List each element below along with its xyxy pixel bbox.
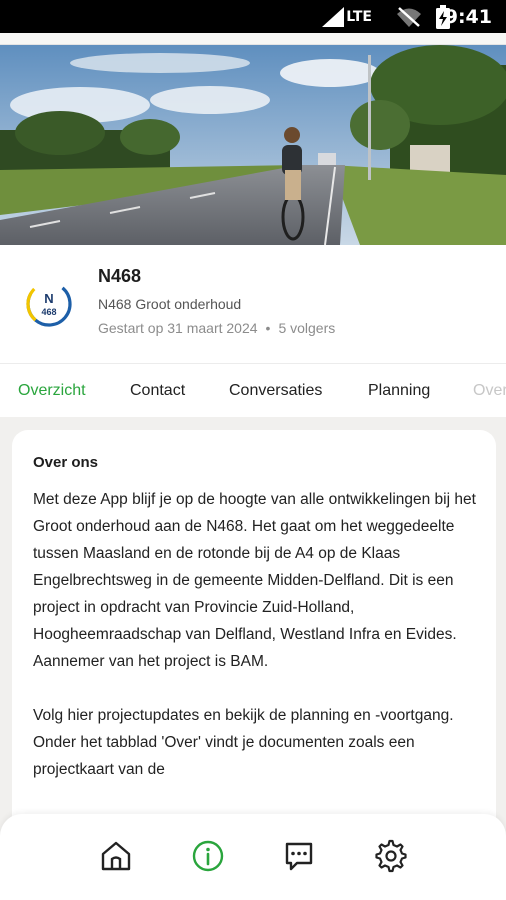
about-body: Met deze App blijf je op de hoogte van a… — [33, 486, 483, 810]
project-meta: Gestart op 31 maart 2024 • 5 volgers — [98, 320, 335, 336]
header-strip — [0, 33, 506, 45]
tab-overzicht[interactable]: Overzicht — [18, 382, 86, 400]
home-icon — [101, 841, 131, 871]
wifi-off-icon — [397, 7, 421, 27]
bottom-navigation — [0, 814, 506, 900]
tab-planning[interactable]: Planning — [368, 382, 430, 400]
chat-icon — [285, 842, 313, 871]
svg-text:N: N — [44, 291, 53, 306]
start-date: Gestart op 31 maart 2024 — [98, 320, 258, 336]
project-subtitle: N468 Groot onderhoud — [98, 296, 242, 312]
tab-contact[interactable]: Contact — [130, 382, 185, 400]
about-card: Over ons Met deze App blijf je op de hoo… — [12, 430, 496, 850]
about-paragraph: Met deze App blijf je op de hoogte van a… — [33, 491, 476, 670]
project-header: N 468 N468 N468 Groot onderhoud Gestart … — [0, 245, 506, 363]
signal-icon — [322, 7, 344, 27]
info-icon — [192, 840, 224, 872]
project-logo: N 468 — [26, 281, 72, 327]
project-tabs: Overzicht Contact Conversaties Planning … — [0, 363, 506, 417]
network-type: LTE — [346, 9, 372, 25]
nav-home-button[interactable] — [98, 838, 134, 874]
about-paragraph: Volg hier projectupdates en bekijk de pl… — [33, 707, 454, 778]
project-hero-image — [0, 45, 506, 245]
settings-icon — [375, 839, 407, 873]
project-title: N468 — [98, 266, 142, 286]
nav-info-button[interactable] — [190, 838, 226, 874]
tab-conversaties[interactable]: Conversaties — [229, 382, 322, 400]
clock: 9:41 — [444, 6, 492, 28]
nav-chat-button[interactable] — [281, 838, 317, 874]
status-bar: LTE 9:41 — [0, 0, 506, 33]
tab-over[interactable]: Over — [473, 382, 506, 400]
about-heading: Over ons — [33, 454, 99, 471]
meta-separator: • — [265, 320, 271, 336]
svg-text:468: 468 — [41, 307, 56, 317]
followers-count: 5 volgers — [278, 320, 336, 336]
nav-settings-button[interactable] — [373, 838, 409, 874]
